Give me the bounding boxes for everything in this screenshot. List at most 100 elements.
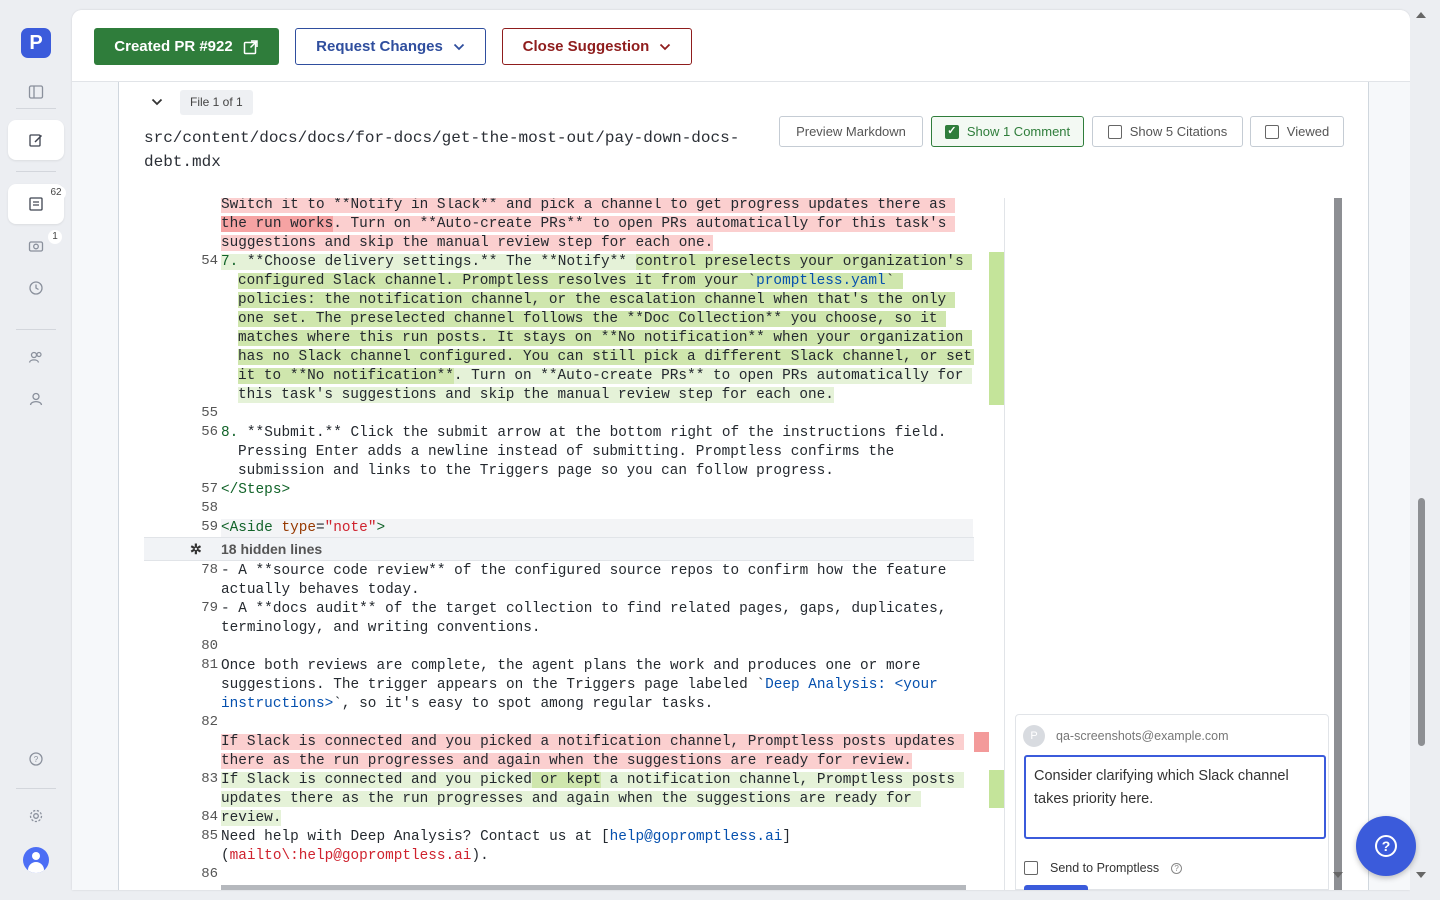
close-suggestion-button[interactable]: Close Suggestion [502, 28, 692, 65]
show-citations-label: Show 5 Citations [1129, 124, 1228, 139]
diff-line: </Steps> [221, 482, 291, 498]
diff-vertical-scrollbar[interactable] [1334, 198, 1342, 890]
line-number: 59 [201, 519, 218, 535]
rail-divider [16, 329, 56, 330]
send-to-promptless-option[interactable]: Send to Promptless ? [1024, 861, 1183, 875]
file-count-badge: File 1 of 1 [180, 90, 253, 115]
checkbox-icon [1264, 124, 1279, 139]
file-header: File 1 of 1 src/content/docs/docs/for-do… [119, 82, 1368, 198]
history-icon [29, 281, 43, 295]
diff-line-deleted: Switch it to **Notify in Slack** and pic… [221, 198, 973, 253]
file-path: src/content/docs/docs/for-docs/get-the-m… [144, 129, 740, 171]
checkbox-checked-icon: ✓ [944, 124, 959, 139]
screenshots-count-badge: 1 [48, 230, 62, 244]
diff-line-deleted: If Slack is connected and you picked a n… [221, 734, 964, 769]
suggestions-icon [29, 197, 43, 211]
sidebar-item-settings[interactable] [8, 796, 64, 836]
camera-icon [28, 241, 44, 252]
sidebar-item-edit[interactable] [8, 120, 64, 160]
close-suggestion-label: Close Suggestion [522, 38, 650, 55]
checkbox-icon [1107, 124, 1122, 139]
created-pr-button[interactable]: Created PR #922 [94, 28, 279, 65]
diff-line: - A **docs audit** of the target collect… [221, 601, 956, 636]
app-logo[interactable]: P [21, 28, 51, 58]
expand-hidden-lines[interactable]: ✲ 18 hidden lines [144, 537, 974, 561]
diff-view: Switch it to **Notify in Slack** and pic… [144, 198, 974, 890]
file-diff-card: File 1 of 1 src/content/docs/docs/for-do… [118, 82, 1369, 890]
change-marker-added [989, 252, 1004, 405]
hidden-lines-label: 18 hidden lines [221, 541, 323, 557]
change-marker-deleted [974, 732, 989, 752]
viewed-toggle[interactable]: Viewed [1250, 116, 1344, 147]
page-scrollbar[interactable] [1410, 0, 1440, 900]
line-number: 80 [201, 638, 218, 654]
scroll-down-arrow-icon[interactable] [1333, 872, 1343, 878]
settings-icon [29, 809, 43, 823]
info-icon[interactable]: ? [1171, 862, 1183, 874]
suggestions-count-badge: 62 [46, 186, 66, 200]
show-comment-toggle[interactable]: ✓ Show 1 Comment [931, 116, 1084, 147]
line-number: 57 [201, 481, 218, 497]
line-number: 84 [201, 809, 218, 825]
comment-submit-button[interactable] [1024, 885, 1088, 890]
send-checkbox[interactable] [1024, 861, 1038, 875]
line-number: 78 [201, 562, 218, 578]
commenter-email: qa-screenshots@example.com [1056, 729, 1229, 743]
sidebar-item-history[interactable] [8, 268, 64, 308]
diff-line-added: 7. **Choose delivery settings.** The **N… [221, 253, 974, 405]
comment-textarea[interactable]: Consider clarifying which Slack channel … [1024, 755, 1326, 839]
panel-toggle-icon [28, 85, 44, 99]
line-number: 85 [201, 828, 218, 844]
line-number: 58 [201, 500, 218, 516]
send-to-promptless-label: Send to Promptless [1050, 861, 1160, 875]
question-icon: ? [1375, 835, 1397, 857]
viewed-label: Viewed [1286, 124, 1330, 139]
chevron-down-icon [453, 43, 464, 50]
panel-toggle-button[interactable] [8, 72, 64, 112]
diff-line: - A **source code review** of the config… [221, 563, 956, 598]
collapse-file-icon[interactable] [151, 98, 163, 106]
edit-icon [29, 134, 43, 147]
team-icon [28, 351, 42, 363]
comment-column-divider [1004, 198, 1005, 890]
show-comment-label: Show 1 Comment [966, 124, 1071, 139]
show-citations-toggle[interactable]: Show 5 Citations [1092, 116, 1243, 147]
diff-line-added: If Slack is connected and you picked or … [221, 772, 964, 826]
sidebar-item-team[interactable] [8, 337, 64, 377]
line-number: 56 [201, 424, 218, 440]
diff-line: <Aside type="note"> [221, 519, 973, 538]
sidebar-item-help[interactable]: ? [8, 739, 64, 779]
page-scroll-thumb[interactable] [1418, 498, 1425, 746]
line-number: 79 [201, 600, 218, 616]
request-changes-button[interactable]: Request Changes [295, 28, 486, 65]
diff-line: Need help with Deep Analysis? Contact us… [221, 829, 791, 864]
commenter-avatar: P [1023, 725, 1045, 747]
help-icon: ? [29, 752, 43, 766]
main-panel: Created PR #922 Request Changes Close Su… [72, 10, 1410, 890]
line-number: 54 [201, 253, 218, 269]
preview-markdown-button[interactable]: Preview Markdown [779, 116, 923, 147]
preview-markdown-label: Preview Markdown [796, 124, 906, 139]
diff-line: 8. **Submit.** Click the submit arrow at… [221, 425, 956, 479]
line-number: 81 [201, 657, 218, 673]
chevron-down-icon [660, 43, 671, 50]
user-avatar[interactable] [23, 847, 49, 873]
horizontal-scrollbar[interactable] [221, 885, 966, 890]
line-number: 83 [201, 771, 218, 787]
sidebar-item-suggestions[interactable]: 62 [8, 184, 66, 224]
line-number: 82 [201, 714, 218, 730]
sidebar-item-profile[interactable] [8, 379, 64, 419]
change-marker-added [989, 770, 1004, 808]
scroll-down-arrow-icon[interactable] [1416, 872, 1426, 878]
scroll-up-arrow-icon[interactable] [1416, 12, 1426, 18]
line-number: 86 [201, 866, 218, 882]
sidebar-item-screenshots[interactable]: 1 [8, 226, 64, 266]
action-toolbar: Created PR #922 Request Changes Close Su… [72, 10, 1410, 82]
comment-composer: P qa-screenshots@example.com Consider cl… [1015, 714, 1329, 890]
rail-divider [16, 788, 56, 789]
external-link-icon [243, 39, 258, 54]
line-number: 55 [201, 405, 218, 421]
request-changes-label: Request Changes [316, 38, 443, 55]
left-rail: P 62 1 ? [0, 0, 72, 900]
help-chat-button[interactable]: ? [1356, 816, 1416, 876]
